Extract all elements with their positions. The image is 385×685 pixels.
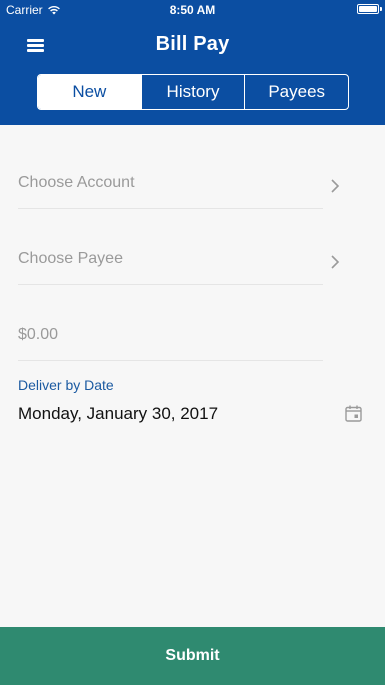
choose-payee-field[interactable]: Choose Payee (18, 241, 323, 285)
tab-payees[interactable]: Payees (244, 75, 348, 109)
choose-account-field[interactable]: Choose Account (18, 165, 323, 209)
tab-history[interactable]: History (140, 75, 245, 109)
bill-pay-tabs: New History Payees (37, 74, 349, 110)
chevron-right-icon (331, 179, 340, 193)
choose-payee-placeholder: Choose Payee (18, 250, 123, 267)
deliver-by-date-label: Deliver by Date (18, 377, 114, 393)
status-time: 8:50 AM (169, 3, 216, 17)
amount-field[interactable]: $0.00 (18, 317, 323, 361)
battery-icon (357, 4, 382, 14)
calendar-icon[interactable] (345, 405, 362, 422)
status-bar: Carrier 8:50 AM (0, 0, 385, 20)
app-header: Carrier 8:50 AM Bill Pay New History Pay… (0, 0, 385, 125)
deliver-date-value[interactable]: Monday, January 30, 2017 (18, 404, 218, 424)
chevron-right-icon (331, 255, 340, 269)
tab-new[interactable]: New (38, 75, 141, 109)
page-title: Bill Pay (155, 33, 230, 55)
submit-button[interactable]: Submit (0, 627, 385, 685)
amount-placeholder: $0.00 (18, 326, 59, 343)
choose-account-placeholder: Choose Account (18, 174, 135, 191)
